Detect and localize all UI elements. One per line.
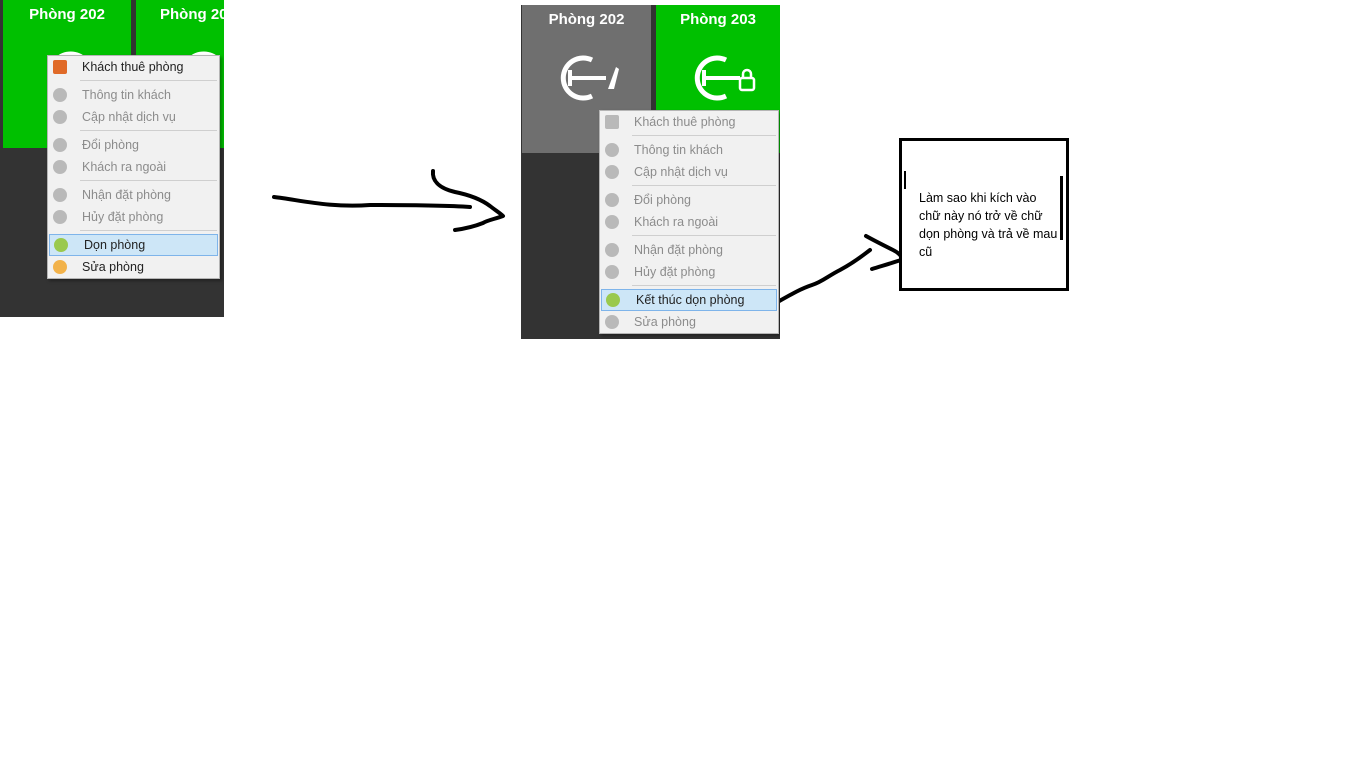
menu-separator xyxy=(632,285,776,286)
menu-item-wrench: Sửa phòng xyxy=(600,311,778,333)
annotation-note-text: Làm sao khi kích vào chữ này nó trở về c… xyxy=(919,191,1058,259)
menu-item-swap: Đổi phòng xyxy=(600,189,778,211)
person-out-icon xyxy=(605,215,619,229)
menu-item-broom[interactable]: Kết thúc dọn phòng xyxy=(601,289,777,311)
menu-item-label: Hủy đặt phòng xyxy=(634,265,716,279)
check-icon xyxy=(605,243,619,257)
menu-item-key: Khách thuê phòng xyxy=(600,111,778,133)
menu-item-check: Nhận đặt phòng xyxy=(600,239,778,261)
menu-separator xyxy=(632,135,776,136)
wrench-icon xyxy=(605,315,619,329)
arrow-to-note-stroke xyxy=(772,234,904,306)
menu-item-person-out: Khách ra ngoài xyxy=(600,211,778,233)
annotation-note-box: Làm sao khi kích vào chữ này nó trở về c… xyxy=(899,138,1069,291)
key-icon xyxy=(605,115,619,129)
room-title: Phòng 202 xyxy=(548,11,625,28)
arrow-right-stroke xyxy=(272,169,505,232)
room-context-menu: Khách thuê phòng Thông tin khách Cập nhật … xyxy=(599,110,779,334)
menu-item-tag: Cập nhật dịch vụ xyxy=(600,161,778,183)
menu-separator xyxy=(632,185,776,186)
info-icon xyxy=(605,143,619,157)
menu-item-label: Nhận đặt phòng xyxy=(634,243,723,257)
menu-item-label: Khách ra ngoài xyxy=(634,215,719,229)
bed-cleaning-icon xyxy=(560,55,619,101)
swap-icon xyxy=(605,193,619,207)
menu-item-label: Cập nhật dịch vụ xyxy=(634,165,728,179)
tag-icon xyxy=(605,165,619,179)
broom-icon xyxy=(606,293,620,307)
menu-item-label: Sửa phòng xyxy=(634,315,696,329)
note-border-mark xyxy=(904,171,906,189)
menu-separator xyxy=(632,235,776,236)
room-title: Phòng 203 xyxy=(680,11,756,28)
menu-item-label: Kết thúc dọn phòng xyxy=(636,293,745,307)
menu-item-cancel: Hủy đặt phòng xyxy=(600,261,778,283)
after-screenshot: Phòng 202 Phòng 203 Khách thuê phòng Thôn… xyxy=(521,5,780,339)
bed-locked-icon xyxy=(694,55,756,101)
menu-item-label: Thông tin khách xyxy=(634,143,723,157)
menu-item-label: Đổi phòng xyxy=(634,193,691,207)
menu-item-label: Khách thuê phòng xyxy=(634,115,736,129)
menu-item-info: Thông tin khách xyxy=(600,139,778,161)
cancel-icon xyxy=(605,265,619,279)
